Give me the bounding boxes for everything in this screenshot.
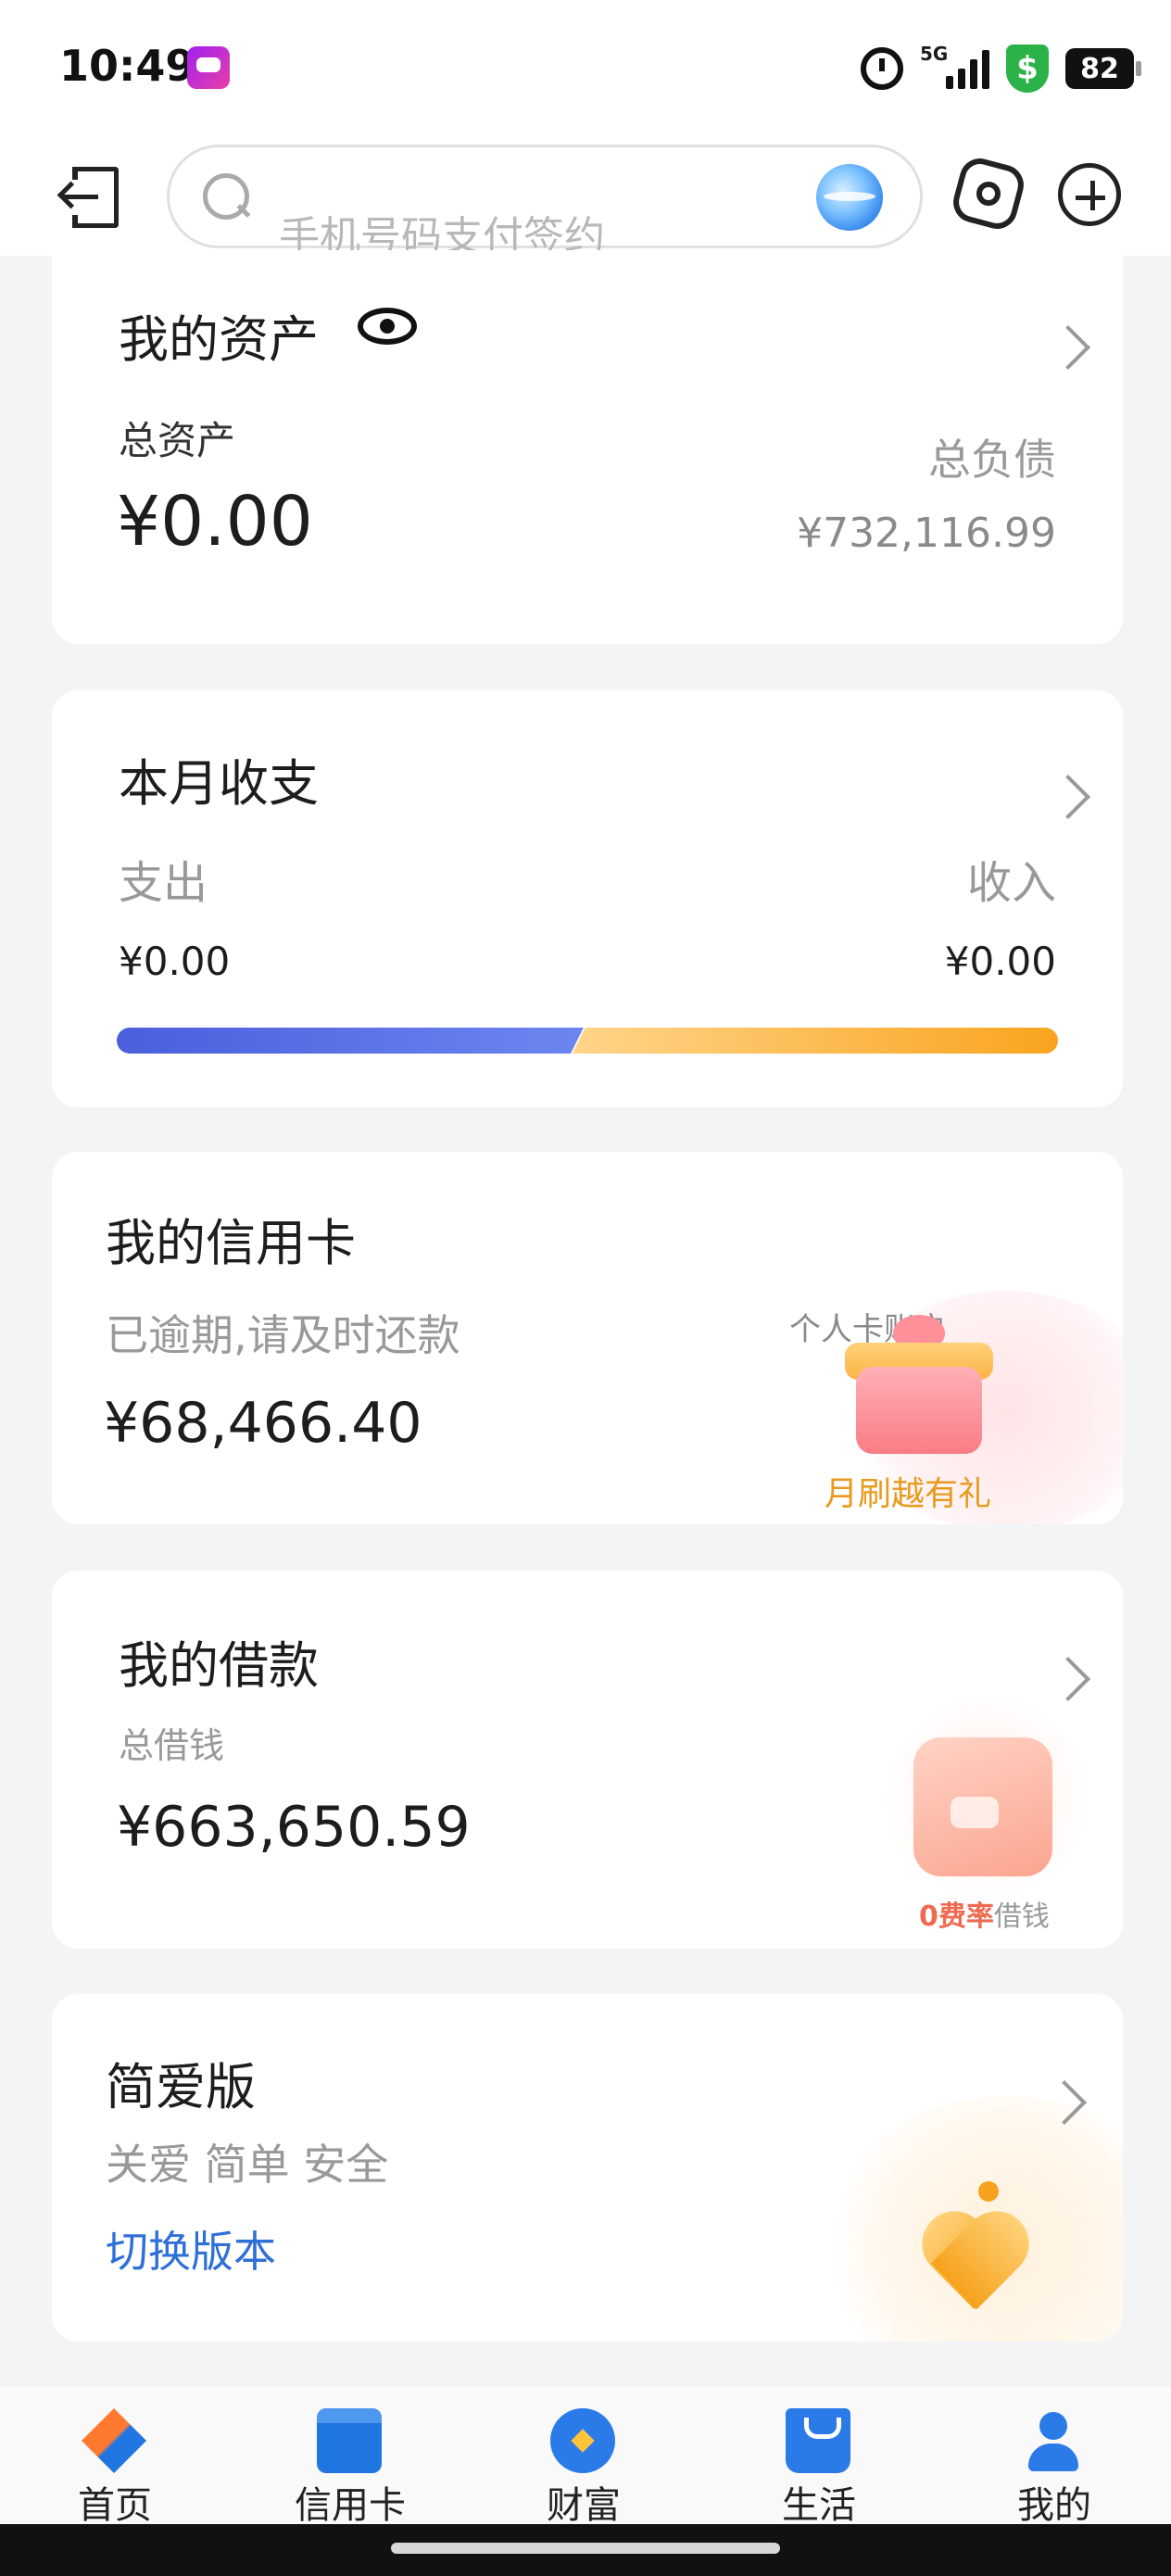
- alarm-icon: [861, 47, 903, 90]
- person-icon: [1021, 2408, 1086, 2473]
- tab-mine-label: 我的: [1017, 2484, 1091, 2527]
- add-button[interactable]: [1058, 163, 1121, 226]
- ai-assistant-icon[interactable]: [816, 164, 883, 231]
- total-assets-label: 总资产: [119, 418, 236, 463]
- signal-icon: 5G: [920, 43, 989, 89]
- tab-home-label: 首页: [78, 2484, 152, 2527]
- home-icon: [82, 2408, 146, 2473]
- home-indicator[interactable]: [391, 2543, 780, 2554]
- assets-card[interactable]: 我的资产 总资产 ¥0.00 总负债 ¥732,116.99: [52, 250, 1123, 644]
- tab-life[interactable]: 生活: [745, 2399, 893, 2527]
- status-icons: 5G $ 82: [861, 41, 1141, 96]
- loan-promo-text: 借钱: [993, 1900, 1050, 1933]
- credit-card-title: 我的信用卡: [106, 1214, 356, 1272]
- life-bag-icon: [786, 2408, 850, 2473]
- chevron-right-icon[interactable]: [1045, 1656, 1091, 1702]
- loan-card[interactable]: 我的借款 总借钱 ¥663,650.59 0费率借钱: [52, 1571, 1123, 1949]
- credit-card-card[interactable]: 我的信用卡 已逾期,请及时还款 ¥68,466.40 个人卡账户 月刷越有礼: [52, 1152, 1123, 1524]
- monthly-title: 本月收支: [119, 754, 319, 813]
- expense-value: ¥0.00: [119, 939, 231, 984]
- income-bar: [572, 1028, 1058, 1054]
- credit-card-icon: [317, 2408, 382, 2473]
- total-liabilities-value: ¥732,116.99: [797, 510, 1056, 557]
- promo-tag[interactable]: 月刷越有礼: [825, 1467, 991, 1515]
- simple-version-subtitle: 关爱 简单 安全: [106, 2140, 389, 2190]
- exit-button[interactable]: [63, 167, 119, 228]
- search-icon: [203, 173, 249, 220]
- tab-wealth[interactable]: 财富: [510, 2399, 658, 2527]
- wealth-icon: [550, 2408, 615, 2473]
- total-liabilities-label: 总负债: [928, 435, 1056, 485]
- loan-promo-highlight: 0费率: [919, 1900, 994, 1933]
- bottom-nav: 首页 信用卡 财富 生活 我的: [0, 2385, 1171, 2527]
- tab-mine[interactable]: 我的: [980, 2399, 1128, 2527]
- simple-version-title: 简爱版: [106, 2058, 256, 2116]
- overdue-status: 已逾期,请及时还款: [106, 1310, 460, 1360]
- income-expense-bar: [117, 1028, 1058, 1054]
- search-input[interactable]: 手机号码支付签约: [167, 145, 923, 260]
- expense-label: 支出: [119, 857, 208, 909]
- tab-home[interactable]: 首页: [41, 2399, 189, 2527]
- notification-app-icon: [187, 46, 230, 89]
- loan-amount: ¥663,650.59: [117, 1795, 471, 1860]
- status-bar: 10:49 5G $ 82: [0, 0, 1171, 139]
- status-time: 10:49: [59, 41, 195, 91]
- total-assets-value: ¥0.00: [117, 482, 313, 562]
- total-borrowed-label: 总借钱: [119, 1725, 225, 1766]
- settings-button[interactable]: [949, 154, 1028, 234]
- simple-version-card[interactable]: 简爱版 关爱 简单 安全 切换版本: [52, 1994, 1123, 2342]
- tab-credit-card[interactable]: 信用卡: [276, 2399, 424, 2527]
- chevron-right-icon[interactable]: [1045, 774, 1091, 820]
- assets-title: 我的资产: [119, 310, 319, 369]
- wallet-icon: [913, 1737, 1052, 1876]
- loan-promo[interactable]: 0费率借钱: [919, 1893, 1050, 1934]
- top-nav: 手机号码支付签约: [0, 139, 1171, 260]
- battery-icon: 82: [1065, 48, 1141, 89]
- heart-icon: [908, 2197, 1043, 2310]
- tab-credit-card-label: 信用卡: [295, 2484, 406, 2527]
- income-label: 收入: [966, 857, 1056, 909]
- eye-icon[interactable]: [358, 308, 417, 345]
- shield-icon: $: [1006, 44, 1049, 93]
- tab-wealth-label: 财富: [547, 2484, 621, 2527]
- monthly-card[interactable]: 本月收支 支出 收入 ¥0.00 ¥0.00: [52, 690, 1123, 1107]
- loan-title: 我的借款: [119, 1636, 319, 1695]
- tab-life-label: 生活: [782, 2484, 856, 2527]
- expense-bar: [117, 1028, 584, 1054]
- income-value: ¥0.00: [944, 939, 1056, 984]
- network-type: 5G: [920, 43, 949, 65]
- switch-version-link[interactable]: 切换版本: [106, 2218, 276, 2279]
- credit-card-amount: ¥68,466.40: [104, 1391, 422, 1456]
- chevron-right-icon[interactable]: [1045, 324, 1091, 371]
